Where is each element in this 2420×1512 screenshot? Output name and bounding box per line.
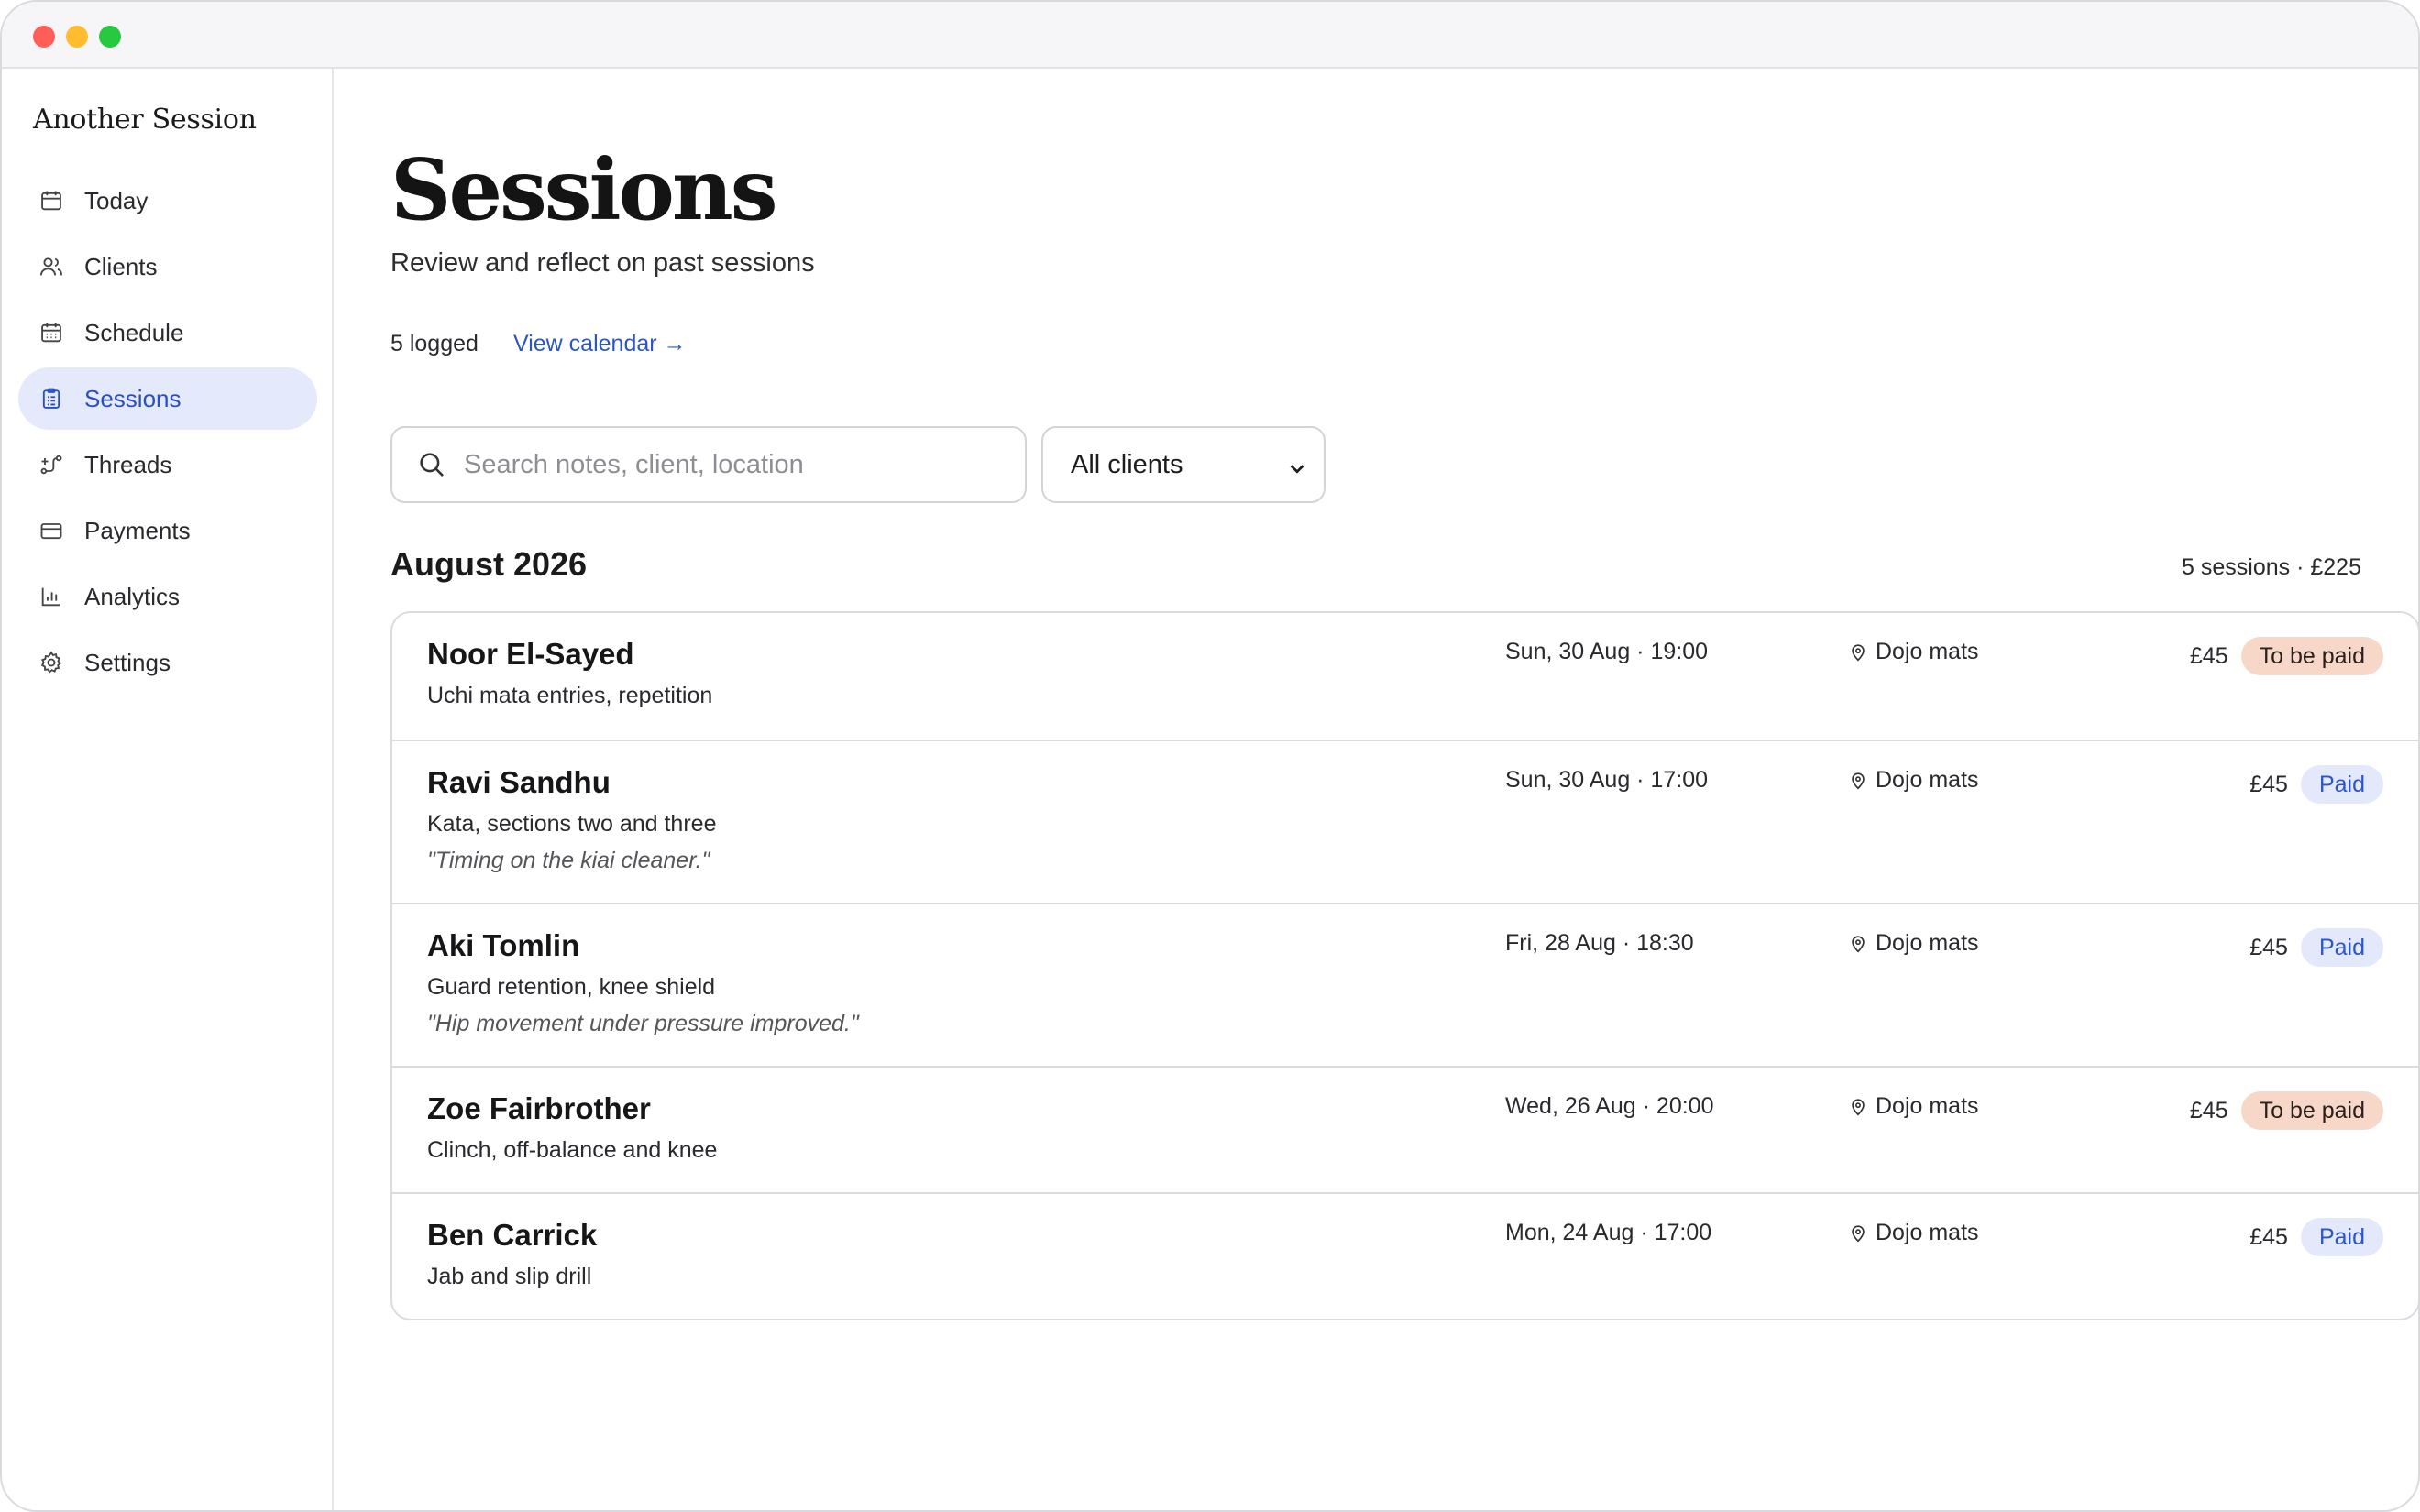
map-pin-icon bbox=[1848, 641, 1868, 663]
status-badge: To be paid bbox=[2240, 1091, 2383, 1130]
sidebar-item-sessions[interactable]: Sessions bbox=[18, 367, 317, 430]
sidebar-item-label: Today bbox=[84, 186, 148, 214]
session-note: "Timing on the kiai cleaner." bbox=[427, 848, 710, 873]
session-location: Dojo mats bbox=[1848, 767, 1979, 794]
session-client: Aki Tomlin bbox=[427, 928, 580, 962]
session-location: Dojo mats bbox=[1848, 639, 1979, 665]
session-amount: £45 bbox=[2250, 1223, 2288, 1250]
session-topic: Uchi mata entries, repetition bbox=[427, 683, 713, 708]
users-icon bbox=[38, 254, 64, 279]
session-location: Dojo mats bbox=[1848, 1220, 1979, 1246]
sidebar-item-label: Clients bbox=[84, 252, 158, 280]
client-filter-select[interactable]: All clients bbox=[1041, 426, 1326, 503]
session-client: Ravi Sandhu bbox=[427, 765, 610, 799]
session-location-label: Dojo mats bbox=[1876, 1220, 1979, 1245]
sidebar-item-clients[interactable]: Clients bbox=[18, 236, 317, 298]
session-datetime: Fri, 28 Aug · 18:30 bbox=[1505, 930, 1694, 956]
session-client: Zoe Fairbrother bbox=[427, 1091, 651, 1125]
view-calendar-link[interactable]: View calendar → bbox=[513, 331, 687, 357]
session-payment: £45 Paid bbox=[2250, 765, 2383, 804]
map-pin-icon bbox=[1848, 933, 1868, 955]
sidebar: Another Session Today Clients Schedule S… bbox=[2, 69, 334, 1510]
session-amount: £45 bbox=[2189, 1097, 2228, 1123]
sidebar-item-analytics[interactable]: Analytics bbox=[18, 565, 317, 628]
sidebar-item-threads[interactable]: Threads bbox=[18, 433, 317, 496]
session-location: Dojo mats bbox=[1848, 1093, 1979, 1120]
search-box[interactable] bbox=[390, 426, 1027, 503]
session-row[interactable]: Noor El-Sayed Uchi mata entries, repetit… bbox=[392, 613, 2418, 740]
session-topic: Jab and slip drill bbox=[427, 1264, 592, 1289]
month-summary: 5 sessions · £225 bbox=[2182, 554, 2361, 580]
search-icon bbox=[416, 449, 447, 480]
credit-card-icon bbox=[38, 518, 64, 543]
status-badge: Paid bbox=[2300, 928, 2383, 967]
session-amount: £45 bbox=[2250, 771, 2288, 797]
maximize-window-button[interactable] bbox=[99, 26, 121, 48]
session-location-label: Dojo mats bbox=[1876, 639, 1979, 664]
sidebar-item-label: Settings bbox=[84, 648, 170, 676]
session-topic: Kata, sections two and three bbox=[427, 811, 717, 837]
sessions-list: Noor El-Sayed Uchi mata entries, repetit… bbox=[390, 611, 2418, 1320]
month-heading: August 2026 bbox=[390, 545, 588, 583]
session-payment: £45 To be paid bbox=[2190, 637, 2383, 675]
session-row[interactable]: Ben Carrick Jab and slip drill Mon, 24 A… bbox=[392, 1192, 2418, 1319]
session-datetime: Sun, 30 Aug · 19:00 bbox=[1505, 639, 1709, 664]
session-amount: £45 bbox=[2189, 642, 2228, 669]
search-input[interactable] bbox=[464, 449, 996, 480]
session-note: "Hip movement under pressure improved." bbox=[427, 1011, 859, 1036]
map-pin-icon bbox=[1848, 770, 1868, 792]
status-badge: To be paid bbox=[2240, 637, 2383, 675]
sidebar-item-schedule[interactable]: Schedule bbox=[18, 301, 317, 364]
app-brand: Another Session bbox=[33, 104, 257, 136]
session-topic: Clinch, off-balance and knee bbox=[427, 1137, 718, 1163]
sidebar-item-label: Payments bbox=[84, 516, 191, 544]
map-pin-icon bbox=[1848, 1096, 1868, 1118]
session-row[interactable]: Ravi Sandhu Kata, sections two and three… bbox=[392, 740, 2418, 903]
session-row[interactable]: Zoe Fairbrother Clinch, off-balance and … bbox=[392, 1066, 2418, 1192]
session-location-label: Dojo mats bbox=[1876, 930, 1979, 956]
page-title: Sessions bbox=[390, 140, 778, 239]
client-filter-value: All clients bbox=[1071, 449, 1183, 479]
session-payment: £45 To be paid bbox=[2190, 1091, 2383, 1130]
sidebar-item-label: Threads bbox=[84, 450, 172, 478]
sidebar-nav: Today Clients Schedule Sessions Threads … bbox=[18, 170, 317, 697]
session-location-label: Dojo mats bbox=[1876, 767, 1979, 793]
sidebar-item-label: Analytics bbox=[84, 582, 181, 610]
sidebar-item-payments[interactable]: Payments bbox=[18, 499, 317, 562]
threads-icon bbox=[38, 452, 64, 477]
session-payment: £45 Paid bbox=[2250, 1218, 2383, 1256]
gear-icon bbox=[38, 650, 64, 675]
sidebar-item-label: Sessions bbox=[84, 384, 182, 412]
status-badge: Paid bbox=[2300, 1218, 2383, 1256]
session-topic: Guard retention, knee shield bbox=[427, 974, 716, 1000]
sidebar-item-today[interactable]: Today bbox=[18, 170, 317, 232]
session-row[interactable]: Aki Tomlin Guard retention, knee shield … bbox=[392, 903, 2418, 1066]
sidebar-item-settings[interactable]: Settings bbox=[18, 631, 317, 694]
title-bar bbox=[2, 2, 2418, 69]
session-location-label: Dojo mats bbox=[1876, 1093, 1979, 1119]
session-location: Dojo mats bbox=[1848, 930, 1979, 957]
sidebar-item-label: Schedule bbox=[84, 318, 184, 346]
bar-chart-icon bbox=[38, 584, 64, 609]
session-datetime: Mon, 24 Aug · 17:00 bbox=[1505, 1220, 1712, 1245]
app-window: Another Session Today Clients Schedule S… bbox=[0, 0, 2420, 1512]
session-client: Noor El-Sayed bbox=[427, 637, 634, 671]
close-window-button[interactable] bbox=[33, 26, 55, 48]
chevron-down-icon bbox=[1287, 455, 1307, 476]
status-badge: Paid bbox=[2300, 765, 2383, 804]
clipboard-icon bbox=[38, 386, 64, 411]
map-pin-icon bbox=[1848, 1222, 1868, 1244]
main-content: Sessions Review and reflect on past sess… bbox=[336, 69, 2418, 1510]
session-datetime: Sun, 30 Aug · 17:00 bbox=[1505, 767, 1709, 793]
session-client: Ben Carrick bbox=[427, 1218, 598, 1252]
calendar-icon bbox=[38, 188, 64, 214]
session-datetime: Wed, 26 Aug · 20:00 bbox=[1505, 1093, 1714, 1119]
minimize-window-button[interactable] bbox=[66, 26, 88, 48]
calendar-grid-icon bbox=[38, 320, 64, 345]
logged-count: 5 logged bbox=[390, 331, 478, 356]
session-amount: £45 bbox=[2250, 934, 2288, 960]
session-payment: £45 Paid bbox=[2250, 928, 2383, 967]
page-subtitle: Review and reflect on past sessions bbox=[390, 248, 815, 278]
